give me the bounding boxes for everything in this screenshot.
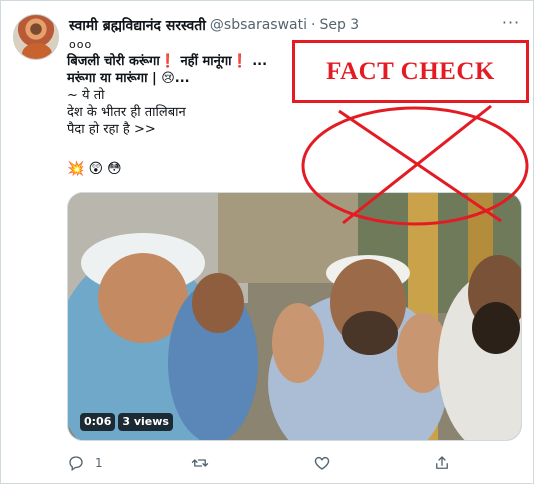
astonished-emoji: 😲	[88, 161, 104, 177]
heart-icon	[314, 456, 330, 470]
avatar[interactable]	[13, 14, 59, 60]
flushed-emoji: 😳	[107, 161, 122, 177]
extra-line: ooo	[69, 38, 93, 51]
tweet-line: देश के भीतर ही तालिबान	[67, 105, 186, 120]
more-horizontal-icon[interactable]: ···	[499, 13, 523, 33]
tweet-line: ~ ये तो	[67, 88, 105, 103]
video-badge: 0:06 3 views	[80, 413, 173, 431]
tweet-text: बिजली चोरी करूंगा❗ नहीं मानूंगा❗ ... मरू…	[67, 53, 297, 138]
reply-count: 1	[95, 456, 103, 470]
share-button[interactable]	[433, 451, 451, 475]
collision-emoji: 💥	[67, 161, 85, 177]
separator-dot: ·	[311, 17, 316, 33]
tweet-actions: 1	[67, 451, 467, 475]
video-player[interactable]: 0:06 3 views	[67, 192, 522, 441]
tweet-card[interactable]: स्वामी ब्रह्मविद्यानंद सरस्वती @sbsarasw…	[0, 0, 534, 484]
like-button[interactable]	[313, 451, 331, 475]
author-handle[interactable]: @sbsaraswati	[210, 17, 307, 33]
retweet-icon	[191, 459, 209, 467]
tweet-line: मरूंगा या मारूंगा | 😢...	[67, 71, 190, 86]
retweet-button[interactable]	[191, 451, 209, 475]
tweet-date[interactable]: Sep 3	[319, 17, 359, 33]
fact-check-label: FACT CHECK	[326, 57, 495, 85]
reply-button[interactable]: 1	[67, 451, 103, 475]
video-views: 3 views	[118, 413, 173, 431]
tweet-line: बिजली चोरी करूंगा❗ नहीं मानूंगा❗ ...	[67, 54, 268, 69]
tweet-header: स्वामी ब्रह्मविद्यानंद सरस्वती @sbsarasw…	[69, 15, 359, 35]
emoji-row: 💥 😲 😳	[67, 161, 122, 177]
author-name[interactable]: स्वामी ब्रह्मविद्यानंद सरस्वती	[69, 16, 206, 35]
tweet-line: पैदा हो रहा है >>	[67, 122, 156, 137]
reply-icon	[69, 456, 83, 472]
video-frame	[68, 193, 521, 440]
share-icon	[436, 456, 448, 469]
video-duration: 0:06	[80, 413, 116, 431]
fact-check-banner: FACT CHECK	[292, 40, 529, 103]
